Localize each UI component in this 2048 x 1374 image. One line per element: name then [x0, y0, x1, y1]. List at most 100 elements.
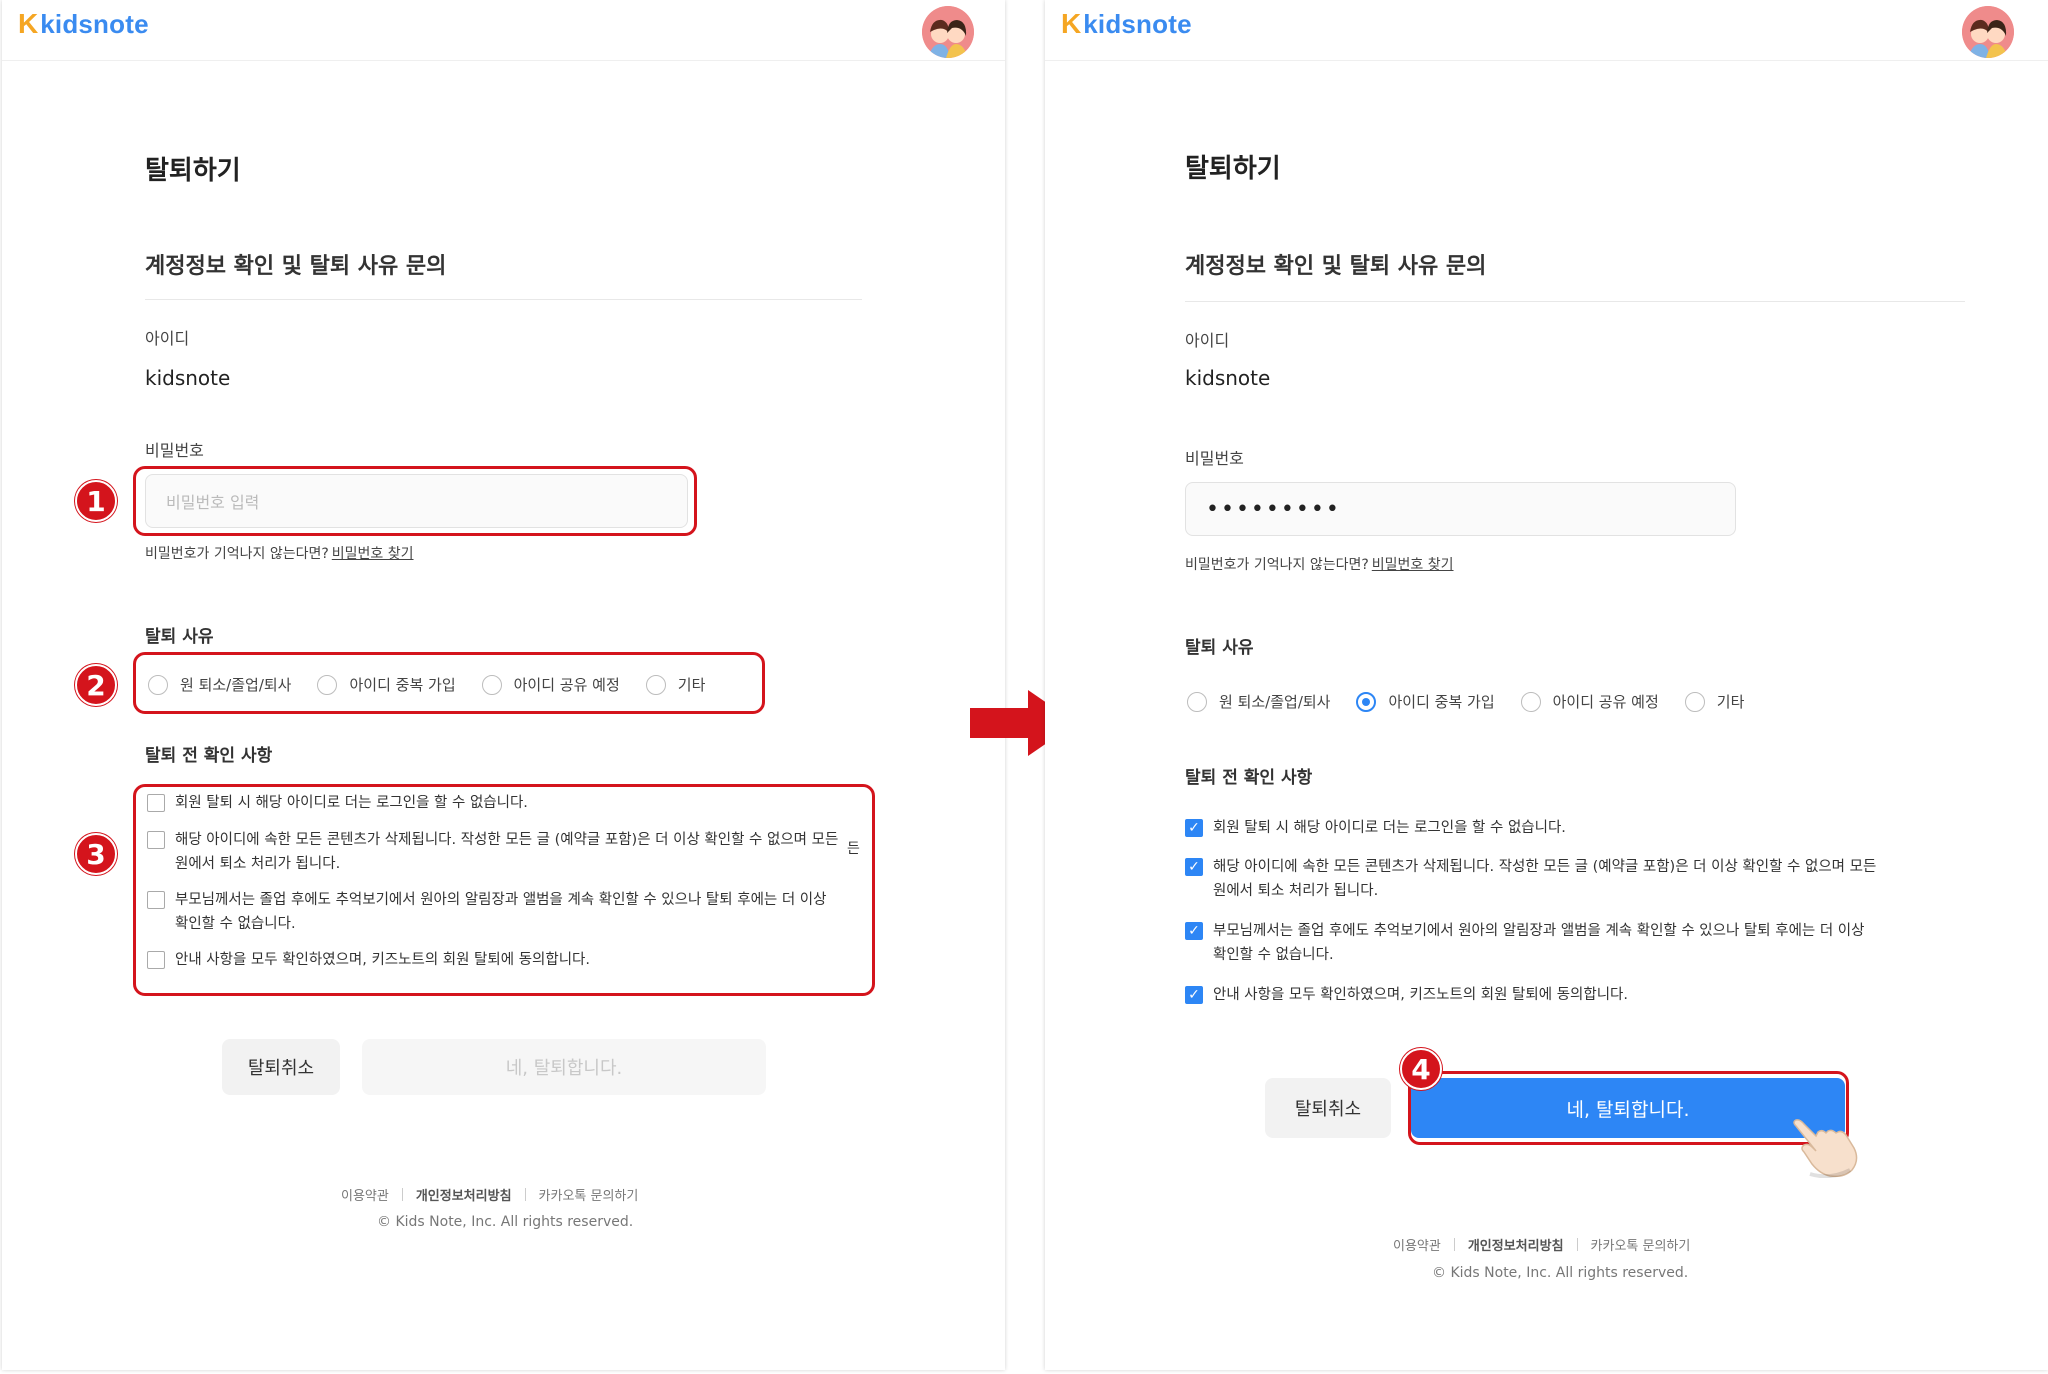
footer-links: 이용약관 개인정보처리방침 카카오톡 문의하기 [341, 1185, 638, 1204]
footer-separator [401, 1188, 403, 1201]
password-label: 비밀번호 [145, 441, 204, 460]
radio-icon [1684, 691, 1705, 712]
reason-option-1[interactable]: 원 퇴소/졸업/퇴사 [1187, 691, 1330, 712]
checkmark-icon[interactable]: ✓ [1185, 858, 1203, 876]
section-divider [145, 299, 862, 300]
check-item-4[interactable]: 안내 사항을 모두 확인하였으며, 키즈노트의 회원 탈퇴에 동의합니다. [147, 948, 847, 972]
check-item-2[interactable]: 해당 아이디에 속한 모든 콘텐츠가 삭제됩니다. 작성한 모든 글 (예약글 … [147, 828, 847, 876]
check-text-line: 확인할 수 없습니다. [175, 916, 296, 932]
password-hint: 비밀번호가 기억나지 않는다면? 비밀번호 찾기 [1185, 554, 1454, 574]
id-value: kidsnote [145, 366, 231, 390]
check-text-line: 부모님께서는 졸업 후에도 추억보기에서 원아의 알림장과 앨범을 계속 확인할… [175, 892, 827, 908]
reason-option-label: 아이디 중복 가입 [1388, 693, 1495, 711]
reason-option-label: 아이디 공유 예정 [513, 676, 620, 694]
check-text: 회원 탈퇴 시 해당 아이디로 더는 로그인을 할 수 없습니다. [1213, 820, 1566, 836]
step-badge-2: 2 [75, 664, 117, 706]
confirm-label: 탈퇴 전 확인 사항 [145, 746, 273, 766]
password-input[interactable]: 비밀번호 입력 [145, 474, 688, 528]
copyright: © Kids Note, Inc. All rights reserved. [1432, 1265, 1689, 1281]
after-screen: K kidsnote 탈퇴하기 계정정보 확인 및 탈퇴 사유 문의 아이디 k… [1045, 0, 2048, 1370]
password-input[interactable]: ••••••••• [1185, 482, 1736, 536]
password-label: 비밀번호 [1185, 449, 1244, 468]
password-hint-text: 비밀번호가 기억나지 않는다면? [145, 546, 329, 562]
find-password-link[interactable]: 비밀번호 찾기 [332, 546, 414, 562]
confirm-withdraw-button[interactable]: 네, 탈퇴합니다. [362, 1039, 766, 1095]
checkbox[interactable] [147, 951, 165, 969]
section-title: 계정정보 확인 및 탈퇴 사유 문의 [1185, 254, 1487, 279]
password-hint-text: 비밀번호가 기억나지 않는다면? [1185, 557, 1369, 573]
reason-radio-group: 원 퇴소/졸업/퇴사 아이디 중복 가입 아이디 공유 예정 기타 [148, 674, 731, 695]
footer-separator [1453, 1238, 1455, 1251]
check-text: 해당 아이디에 속한 모든 콘텐츠가 삭제됩니다. 작성한 모든 글 (예약글 … [175, 828, 838, 876]
check-item-1[interactable]: ✓ 회원 탈퇴 시 해당 아이디로 더는 로그인을 할 수 없습니다. [1185, 816, 1975, 840]
reason-option-label: 원 퇴소/졸업/퇴사 [1219, 693, 1331, 711]
check-item-1[interactable]: 회원 탈퇴 시 해당 아이디로 더는 로그인을 할 수 없습니다. [147, 791, 847, 815]
section-title: 계정정보 확인 및 탈퇴 사유 문의 [145, 254, 447, 279]
reason-option-4[interactable]: 기타 [645, 674, 705, 695]
checkbox[interactable] [147, 794, 165, 812]
reason-option-3[interactable]: 아이디 공유 예정 [481, 674, 620, 695]
reason-option-2[interactable]: 아이디 중복 가입 [1356, 691, 1495, 712]
kidsnote-logo[interactable]: K kidsnote [18, 6, 149, 42]
reason-option-3[interactable]: 아이디 공유 예정 [1520, 691, 1659, 712]
checkmark-icon[interactable]: ✓ [1185, 986, 1203, 1004]
id-label: 아이디 [145, 329, 190, 348]
footer-link-kakao[interactable]: 카카오톡 문의하기 [1591, 1235, 1691, 1254]
reason-option-1[interactable]: 원 퇴소/졸업/퇴사 [148, 674, 291, 695]
check-text-line: 원에서 퇴소 처리가 됩니다. [1213, 883, 1379, 899]
footer-link-terms[interactable]: 이용약관 [341, 1185, 389, 1204]
check-text-line: 확인할 수 없습니다. [1213, 947, 1334, 963]
step-badge-1: 1 [75, 480, 117, 522]
radio-icon [1187, 691, 1207, 712]
stray-char: 든 [847, 841, 860, 857]
reason-option-2[interactable]: 아이디 중복 가입 [317, 674, 456, 695]
logo-text: kidsnote [1083, 9, 1192, 39]
reason-label: 탈퇴 사유 [145, 627, 214, 647]
check-text-line: 부모님께서는 졸업 후에도 추억보기에서 원아의 알림장과 앨범을 계속 확인할… [1213, 923, 1865, 939]
top-navbar: K kidsnote [1045, 0, 2048, 61]
radio-icon [317, 674, 338, 695]
footer-link-kakao[interactable]: 카카오톡 문의하기 [539, 1185, 639, 1204]
check-text-line: 해당 아이디에 속한 모든 콘텐츠가 삭제됩니다. 작성한 모든 글 (예약글 … [175, 832, 839, 848]
checkmark-icon[interactable]: ✓ [1185, 922, 1203, 940]
checkbox[interactable] [147, 831, 165, 849]
confirm-withdraw-button[interactable]: 네, 탈퇴합니다. [1411, 1078, 1845, 1138]
reason-option-label: 원 퇴소/졸업/퇴사 [180, 676, 292, 694]
check-item-4[interactable]: ✓ 안내 사항을 모두 확인하였으며, 키즈노트의 회원 탈퇴에 동의합니다. [1185, 983, 1975, 1007]
kidsnote-logo[interactable]: K kidsnote [1061, 6, 1192, 42]
check-text: 안내 사항을 모두 확인하였으며, 키즈노트의 회원 탈퇴에 동의합니다. [175, 952, 590, 968]
kidsnote-logo-icon: K [1061, 8, 1082, 39]
check-item-3[interactable]: 부모님께서는 졸업 후에도 추억보기에서 원아의 알림장과 앨범을 계속 확인할… [147, 888, 847, 936]
check-text: 부모님께서는 졸업 후에도 추억보기에서 원아의 알림장과 앨범을 계속 확인할… [175, 888, 826, 936]
top-navbar: K kidsnote [2, 0, 1005, 61]
reason-option-label: 기타 [1716, 693, 1745, 711]
step-badge-3: 3 [75, 833, 117, 875]
check-text-line: 원에서 퇴소 처리가 됩니다. [175, 856, 341, 872]
reason-radio-group: 원 퇴소/졸업/퇴사 아이디 중복 가입 아이디 공유 예정 기타 [1187, 691, 1770, 712]
footer-separator [524, 1188, 526, 1201]
avatar-icon[interactable] [1962, 6, 2014, 58]
avatar-icon[interactable] [922, 6, 974, 58]
radio-icon [1520, 691, 1541, 712]
checkbox[interactable] [147, 891, 165, 909]
step-badge-4: 4 [1400, 1048, 1442, 1090]
find-password-link[interactable]: 비밀번호 찾기 [1372, 557, 1454, 573]
check-text: 회원 탈퇴 시 해당 아이디로 더는 로그인을 할 수 없습니다. [175, 795, 528, 811]
section-divider [1185, 301, 1965, 302]
radio-checked-icon [1356, 691, 1377, 712]
reason-option-4[interactable]: 기타 [1684, 691, 1745, 712]
id-value: kidsnote [1185, 366, 1271, 390]
cancel-withdraw-button[interactable]: 탈퇴취소 [1265, 1078, 1391, 1138]
check-item-3[interactable]: ✓ 부모님께서는 졸업 후에도 추억보기에서 원아의 알림장과 앨범을 계속 확… [1185, 919, 1975, 967]
footer-link-privacy[interactable]: 개인정보처리방침 [1468, 1235, 1564, 1254]
radio-icon [645, 674, 666, 695]
id-label: 아이디 [1185, 331, 1230, 350]
checkmark-icon[interactable]: ✓ [1185, 819, 1203, 837]
footer-link-privacy[interactable]: 개인정보처리방침 [416, 1185, 512, 1204]
confirm-label: 탈퇴 전 확인 사항 [1185, 768, 1313, 788]
copyright: © Kids Note, Inc. All rights reserved. [377, 1214, 634, 1230]
cancel-withdraw-button[interactable]: 탈퇴취소 [222, 1039, 340, 1095]
check-item-2[interactable]: ✓ 해당 아이디에 속한 모든 콘텐츠가 삭제됩니다. 작성한 모든 글 (예약… [1185, 855, 1975, 903]
password-hint: 비밀번호가 기억나지 않는다면? 비밀번호 찾기 [145, 543, 414, 563]
footer-link-terms[interactable]: 이용약관 [1393, 1235, 1441, 1254]
